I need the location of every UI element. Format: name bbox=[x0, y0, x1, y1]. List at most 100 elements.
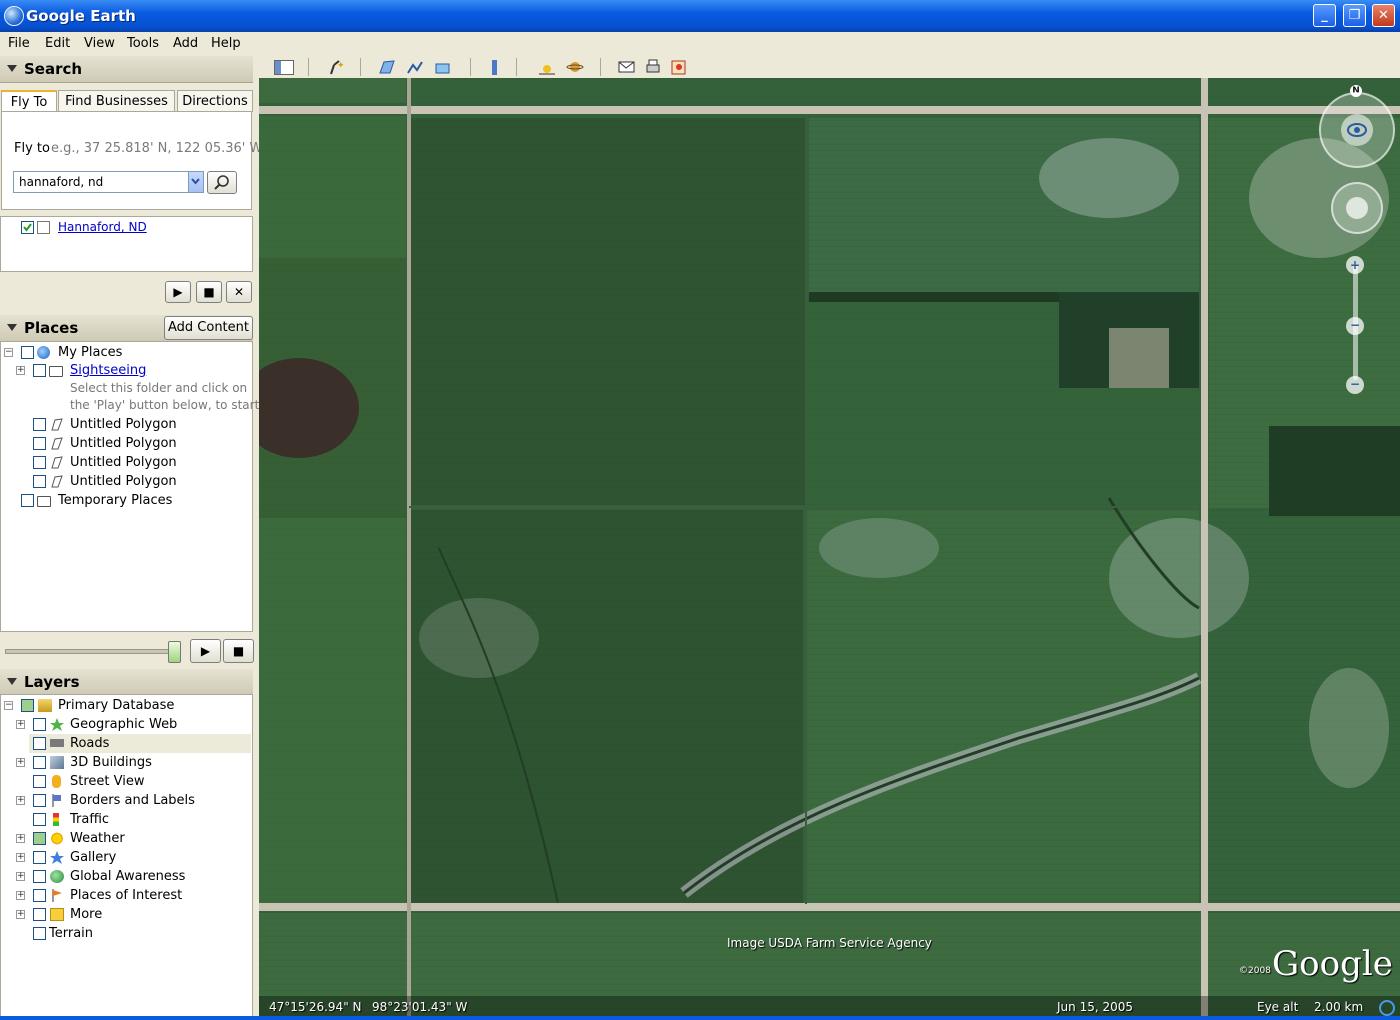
layer-roads[interactable]: Roads bbox=[29, 734, 251, 753]
zoom-out-button[interactable]: − bbox=[1346, 376, 1364, 394]
window-bottom-border bbox=[0, 1016, 1400, 1020]
search-results: Hannaford, ND bbox=[0, 216, 253, 272]
search-title: Search bbox=[24, 60, 83, 78]
flyto-label: Fly to bbox=[14, 141, 50, 156]
maximize-button[interactable]: ❐ bbox=[1343, 4, 1366, 27]
zoom-in-button[interactable]: + bbox=[1346, 256, 1364, 274]
tour-speed-thumb[interactable] bbox=[168, 641, 181, 663]
polygon-add-icon[interactable] bbox=[378, 59, 396, 75]
tree-item-temporary-places[interactable]: Temporary Places bbox=[1, 491, 251, 510]
satellite-imagery bbox=[259, 78, 1400, 1016]
flyto-input[interactable]: hannaford, nd bbox=[13, 171, 204, 193]
layer-traffic[interactable]: Traffic bbox=[1, 810, 251, 829]
menu-view[interactable]: View bbox=[84, 36, 115, 51]
layer-places-of-interest[interactable]: + Places of Interest bbox=[1, 886, 251, 905]
layer-geographic-web[interactable]: + Geographic Web bbox=[1, 715, 251, 734]
polygon-icon bbox=[51, 456, 63, 469]
placemark-add-icon[interactable]: ✦ bbox=[326, 59, 344, 75]
tree-item-polygon-1[interactable]: Untitled Polygon bbox=[1, 415, 251, 434]
folder-icon bbox=[49, 366, 63, 377]
sunlight-icon[interactable] bbox=[538, 59, 556, 75]
toolbar-separator bbox=[600, 58, 601, 76]
window-title: Google Earth bbox=[26, 7, 136, 25]
search-header[interactable]: Search bbox=[0, 56, 253, 83]
menu-help[interactable]: Help bbox=[211, 36, 241, 51]
pegman-icon bbox=[52, 775, 61, 788]
toolbar-separator bbox=[470, 58, 471, 76]
magnifier-icon bbox=[214, 175, 229, 190]
longitude-readout: 98°23'01.43" W bbox=[372, 1000, 468, 1014]
google-earth-icon bbox=[4, 6, 24, 26]
toolbar-separator bbox=[308, 58, 309, 76]
layer-primary-database[interactable]: − Primary Database bbox=[1, 696, 251, 715]
close-button[interactable]: ✕ bbox=[1372, 4, 1395, 27]
map-view[interactable]: Image USDA Farm Service Agency ©2008 Goo… bbox=[259, 78, 1400, 1016]
title-bar[interactable] bbox=[0, 0, 1400, 32]
result-checkbox[interactable] bbox=[21, 221, 34, 234]
eye-icon[interactable] bbox=[1341, 114, 1373, 146]
sightseeing-desc-2: the 'Play' button below, to start bbox=[70, 398, 260, 412]
menu-file[interactable]: File bbox=[8, 36, 30, 51]
ruler-icon[interactable] bbox=[486, 59, 504, 75]
copyright-text: ©2008 bbox=[1239, 966, 1271, 976]
clear-button[interactable]: ✕ bbox=[226, 281, 252, 303]
star-icon bbox=[50, 718, 64, 731]
maps-icon[interactable] bbox=[670, 59, 688, 75]
zoom-thumb[interactable]: − bbox=[1346, 317, 1364, 335]
more-folder-icon bbox=[50, 908, 64, 921]
collapse-triangle-icon bbox=[7, 678, 17, 685]
play-button[interactable]: ▶ bbox=[165, 281, 191, 303]
latitude-readout: 47°15'26.94" N bbox=[269, 1000, 362, 1014]
sun-icon bbox=[50, 832, 64, 845]
traffic-light-icon bbox=[53, 813, 59, 826]
move-joystick[interactable] bbox=[1331, 182, 1383, 234]
stop-tour-button[interactable]: ■ bbox=[223, 639, 254, 663]
tree-item-polygon-2[interactable]: Untitled Polygon bbox=[1, 434, 251, 453]
layer-terrain[interactable]: Terrain bbox=[1, 924, 251, 943]
hand-icon[interactable] bbox=[1346, 197, 1368, 219]
layer-weather[interactable]: + Weather bbox=[1, 829, 251, 848]
planet-icon[interactable] bbox=[566, 59, 584, 75]
add-content-button[interactable]: Add Content bbox=[164, 316, 253, 340]
play-tour-button[interactable]: ▶ bbox=[190, 639, 221, 663]
layer-3d-buildings[interactable]: + 3D Buildings bbox=[1, 753, 251, 772]
places-tree: − My Places + Sightseeing Select this fo… bbox=[0, 341, 259, 632]
places-title: Places bbox=[24, 319, 79, 337]
collapse-triangle-icon bbox=[7, 65, 17, 72]
tour-speed-track[interactable] bbox=[5, 649, 179, 654]
layer-street-view[interactable]: Street View bbox=[1, 772, 251, 791]
tab-directions[interactable]: Directions bbox=[177, 90, 253, 112]
layer-more[interactable]: + More bbox=[1, 905, 251, 924]
polygon-icon bbox=[51, 475, 63, 488]
print-icon[interactable] bbox=[644, 59, 662, 75]
tree-item-sightseeing[interactable]: + Sightseeing bbox=[1, 361, 251, 380]
minimize-button[interactable]: _ bbox=[1313, 4, 1336, 27]
result-link[interactable]: Hannaford, ND bbox=[58, 220, 147, 234]
tree-item-my-places[interactable]: − My Places bbox=[1, 343, 251, 362]
look-joystick[interactable] bbox=[1319, 92, 1395, 168]
layer-global-awareness[interactable]: + Global Awareness bbox=[1, 867, 251, 886]
overlay-add-icon[interactable] bbox=[434, 59, 452, 75]
layers-header[interactable]: Layers bbox=[0, 669, 253, 696]
stop-button[interactable]: ■ bbox=[196, 281, 222, 303]
toolbar-separator bbox=[360, 58, 361, 76]
tab-fly-to[interactable]: Fly To bbox=[1, 90, 57, 112]
search-button[interactable] bbox=[207, 171, 237, 194]
tab-find-businesses[interactable]: Find Businesses bbox=[58, 90, 175, 112]
tree-item-polygon-4[interactable]: Untitled Polygon bbox=[1, 472, 251, 491]
menu-add[interactable]: Add bbox=[173, 36, 198, 51]
menu-edit[interactable]: Edit bbox=[45, 36, 70, 51]
toolbar bbox=[260, 56, 1400, 78]
flag-icon bbox=[52, 794, 61, 807]
chevron-down-icon[interactable] bbox=[188, 172, 203, 192]
imagery-date: Jun 15, 2005 bbox=[1057, 1000, 1134, 1014]
menu-tools[interactable]: Tools bbox=[127, 36, 159, 51]
polygon-icon bbox=[51, 418, 63, 431]
sidebar-toggle-icon[interactable] bbox=[274, 60, 294, 75]
google-logo: Google bbox=[1272, 944, 1393, 984]
path-add-icon[interactable] bbox=[406, 59, 424, 75]
email-icon[interactable] bbox=[618, 59, 636, 75]
tree-item-polygon-3[interactable]: Untitled Polygon bbox=[1, 453, 251, 472]
layer-gallery[interactable]: + Gallery bbox=[1, 848, 251, 867]
layer-borders-labels[interactable]: + Borders and Labels bbox=[1, 791, 251, 810]
